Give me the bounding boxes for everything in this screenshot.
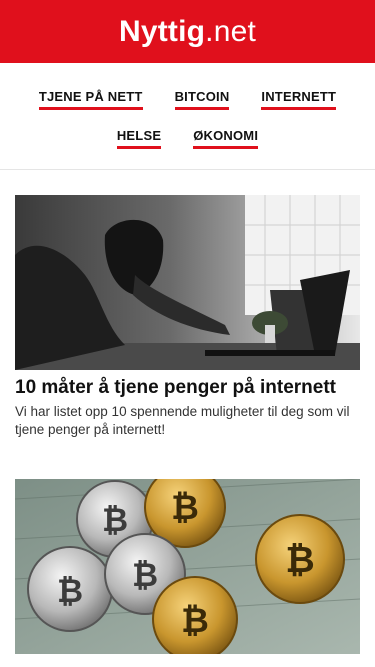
site-logo[interactable]: Nyttig.net: [119, 15, 256, 49]
svg-text:₿: ₿: [102, 501, 128, 539]
svg-text:₿: ₿: [132, 556, 158, 594]
nav-item-bitcoin[interactable]: BITCOIN: [174, 89, 230, 110]
logo-name: Nyttig: [118, 14, 206, 48]
svg-text:₿: ₿: [285, 540, 314, 581]
nav-item-okonomi[interactable]: ØKONOMI: [193, 128, 259, 149]
site-header: Nyttig.net: [0, 0, 375, 63]
post-list: 10 måter å tjene penger på internett Vi …: [0, 170, 375, 654]
post-thumbnail[interactable]: [15, 195, 360, 370]
post-title[interactable]: 10 måter å tjene penger på internett: [15, 377, 360, 398]
nav-item-tjene-pa-nett[interactable]: TJENE PÅ NETT: [38, 89, 143, 110]
post-card: 10 måter å tjene penger på internett Vi …: [15, 195, 360, 439]
svg-text:₿: ₿: [181, 601, 209, 641]
nav-row-2: HELSE ØKONOMI: [0, 128, 375, 149]
post-card: ₿ ₿ ₿ ₿ ₿ ₿: [15, 479, 360, 654]
nav-item-helse[interactable]: HELSE: [116, 128, 162, 149]
main-nav: TJENE PÅ NETT BITCOIN INTERNETT HELSE ØK…: [0, 63, 375, 170]
woman-at-laptop-image: [15, 195, 360, 370]
svg-text:₿: ₿: [171, 488, 199, 528]
logo-tld: .net: [205, 14, 257, 48]
post-thumbnail[interactable]: ₿ ₿ ₿ ₿ ₿ ₿: [15, 479, 360, 654]
nav-item-internett[interactable]: INTERNETT: [261, 89, 337, 110]
svg-text:₿: ₿: [57, 572, 83, 610]
post-excerpt: Vi har listet opp 10 spennende mulighete…: [15, 404, 350, 437]
nav-row-1: TJENE PÅ NETT BITCOIN INTERNETT: [0, 89, 375, 110]
bitcoin-coins-image: ₿ ₿ ₿ ₿ ₿ ₿: [15, 479, 360, 654]
